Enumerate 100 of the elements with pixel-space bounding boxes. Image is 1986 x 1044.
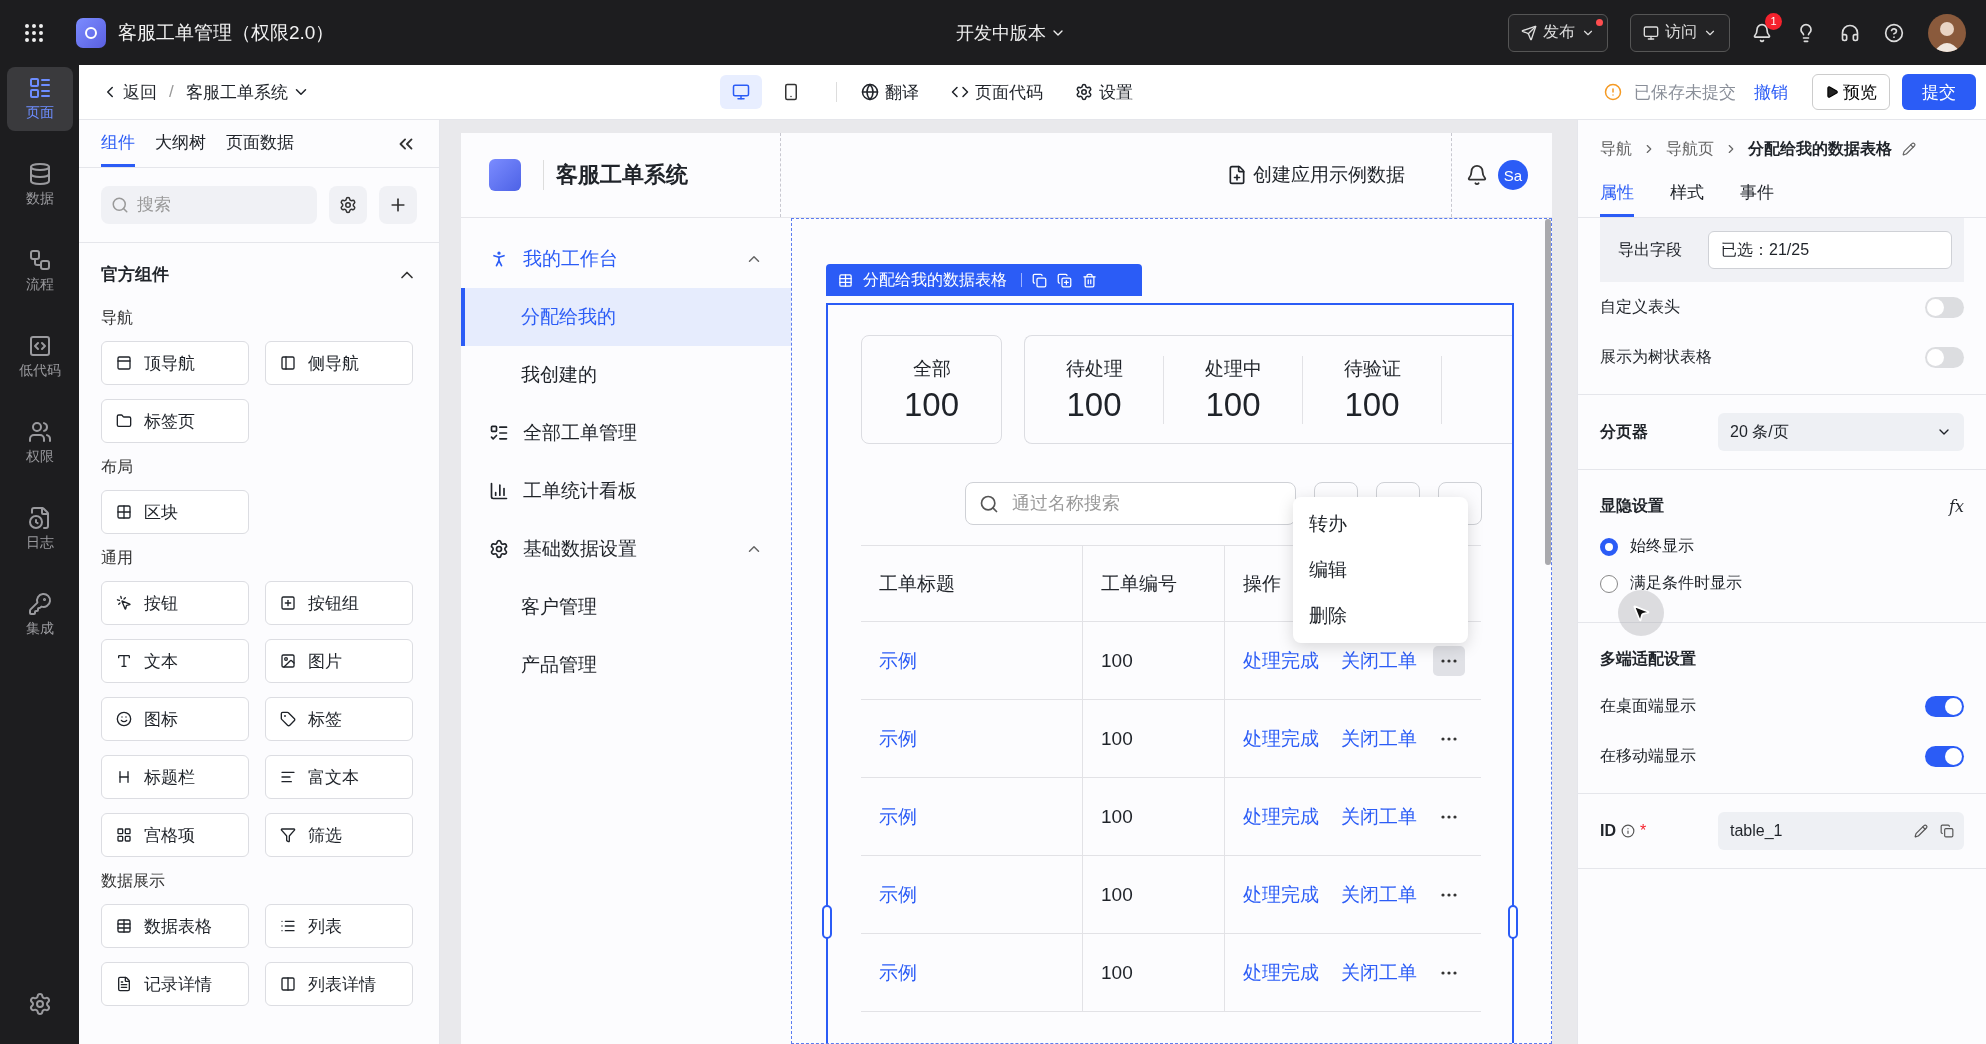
settings-button[interactable] <box>329 186 367 224</box>
toggle-switch[interactable] <box>1925 745 1964 767</box>
export-field[interactable]: 已选：21/25 <box>1708 231 1952 269</box>
create-sample-button[interactable]: 创建应用示例数据 <box>1221 161 1411 189</box>
action-link[interactable]: 处理完成 <box>1243 881 1319 908</box>
component-item[interactable]: 图标 <box>101 697 249 741</box>
radio-button[interactable] <box>1600 574 1618 593</box>
action-link[interactable]: 关闭工单 <box>1341 725 1417 752</box>
nav-item[interactable]: 客户管理 <box>461 578 791 636</box>
rail-item[interactable]: 流程 <box>6 239 73 303</box>
title-link[interactable]: 示例 <box>879 725 917 752</box>
version-dropdown[interactable]: 开发中版本 <box>950 19 1073 46</box>
menu-item[interactable]: 编辑 <box>1293 547 1468 593</box>
help-button[interactable] <box>1884 22 1904 43</box>
nav-item[interactable]: 分配给我的 <box>461 288 791 346</box>
formula-button[interactable]: fx <box>1949 496 1964 516</box>
toolbar-button[interactable]: 翻译 <box>860 80 919 104</box>
duplicate-icon[interactable] <box>1057 272 1072 288</box>
title-link[interactable]: 示例 <box>879 881 917 908</box>
back-link[interactable]: 返回 <box>101 80 157 104</box>
rail-item[interactable]: 日志 <box>6 497 73 561</box>
submit-button[interactable]: 提交 <box>1902 74 1976 110</box>
pager-select[interactable]: 20 条/页 <box>1718 413 1964 451</box>
toggle-switch[interactable] <box>1925 695 1964 717</box>
edit-icon[interactable] <box>1914 824 1928 838</box>
action-link[interactable]: 处理完成 <box>1243 803 1319 830</box>
component-item[interactable]: 侧导航 <box>265 341 413 385</box>
page-dropdown[interactable]: 客服工单系统 <box>185 80 310 104</box>
search-field[interactable]: 通过名称搜索 <box>965 482 1296 525</box>
panel-tab[interactable]: 页面数据 <box>226 131 294 167</box>
action-link[interactable]: 处理完成 <box>1243 647 1319 674</box>
breadcrumb-link[interactable]: 导航 <box>1600 138 1632 160</box>
nav-item[interactable]: 全部工单管理 <box>461 404 791 462</box>
component-item[interactable]: 按钮 <box>101 581 249 625</box>
action-link[interactable]: 处理完成 <box>1243 959 1319 986</box>
panel-tab[interactable]: 组件 <box>101 131 135 167</box>
rail-item[interactable]: 权限 <box>6 411 73 475</box>
component-item[interactable]: 宫格项 <box>101 813 249 857</box>
component-item[interactable]: 顶导航 <box>101 341 249 385</box>
component-item[interactable]: 列表 <box>265 904 413 948</box>
visit-button[interactable]: 访问 <box>1630 13 1730 52</box>
user-avatar[interactable]: Sa <box>1498 160 1528 190</box>
nav-item[interactable]: 我的工作台 <box>461 230 791 288</box>
rail-item[interactable]: 页面 <box>6 67 73 131</box>
component-item[interactable]: 列表详情 <box>265 962 413 1006</box>
component-item[interactable]: 标题栏 <box>101 755 249 799</box>
nav-item[interactable]: 工单统计看板 <box>461 462 791 520</box>
property-tab[interactable]: 样式 <box>1670 181 1704 217</box>
toggle-switch[interactable] <box>1925 346 1964 368</box>
resize-handle[interactable] <box>822 905 832 939</box>
desktop-view-button[interactable] <box>719 75 762 109</box>
nav-item[interactable]: 基础数据设置 <box>461 520 791 578</box>
nav-item[interactable]: 产品管理 <box>461 636 791 694</box>
user-avatar[interactable] <box>1928 13 1966 52</box>
component-item[interactable]: 数据表格 <box>101 904 249 948</box>
component-item[interactable]: 富文本 <box>265 755 413 799</box>
add-button[interactable] <box>379 186 417 224</box>
action-link[interactable]: 关闭工单 <box>1341 647 1417 674</box>
component-item[interactable]: 文本 <box>101 639 249 683</box>
preview-button[interactable]: 预览 <box>1812 74 1890 110</box>
search-field[interactable]: 搜索 <box>101 186 317 224</box>
toolbar-button[interactable]: 页面代码 <box>950 80 1043 104</box>
notification-button[interactable] <box>1752 22 1772 43</box>
toggle-switch[interactable] <box>1925 296 1964 318</box>
resize-handle[interactable] <box>1508 905 1518 939</box>
settings-button[interactable] <box>27 992 52 1016</box>
property-tab[interactable]: 事件 <box>1740 181 1774 217</box>
component-item[interactable]: 筛选 <box>265 813 413 857</box>
panel-tab[interactable]: 大纲树 <box>155 131 206 167</box>
rail-item[interactable]: 低代码 <box>6 325 73 389</box>
support-button[interactable] <box>1840 22 1860 43</box>
edit-icon[interactable] <box>1902 142 1916 156</box>
rail-item[interactable]: 数据 <box>6 153 73 217</box>
action-link[interactable]: 处理完成 <box>1243 725 1319 752</box>
action-link[interactable]: 关闭工单 <box>1341 803 1417 830</box>
radio-button[interactable] <box>1600 537 1618 556</box>
id-field[interactable]: table_1 <box>1718 812 1964 850</box>
rail-item[interactable]: 集成 <box>6 583 73 647</box>
breadcrumb-link[interactable]: 导航页 <box>1666 138 1714 160</box>
title-link[interactable]: 示例 <box>879 803 917 830</box>
menu-item[interactable]: 转办 <box>1293 501 1468 547</box>
notification-button[interactable] <box>1466 164 1488 186</box>
nav-item[interactable]: 我创建的 <box>461 346 791 404</box>
radio-option[interactable]: 满足条件时显示 <box>1578 565 1764 602</box>
component-item[interactable]: 区块 <box>101 490 249 534</box>
delete-icon[interactable] <box>1082 272 1097 288</box>
publish-button[interactable]: 发布 <box>1508 13 1608 52</box>
component-item[interactable]: 记录详情 <box>101 962 249 1006</box>
component-item[interactable]: 按钮组 <box>265 581 413 625</box>
title-link[interactable]: 示例 <box>879 959 917 986</box>
component-item[interactable]: 图片 <box>265 639 413 683</box>
radio-option[interactable]: 始终显示 <box>1578 528 1716 565</box>
action-link[interactable]: 关闭工单 <box>1341 881 1417 908</box>
toolbar-button[interactable]: 设置 <box>1074 80 1133 104</box>
action-link[interactable]: 关闭工单 <box>1341 959 1417 986</box>
copy-icon[interactable] <box>1940 824 1954 838</box>
title-link[interactable]: 示例 <box>879 647 917 674</box>
component-item[interactable]: 标签页 <box>101 399 249 443</box>
scrollbar[interactable] <box>1545 219 1551 565</box>
menu-item[interactable]: 删除 <box>1293 593 1468 639</box>
